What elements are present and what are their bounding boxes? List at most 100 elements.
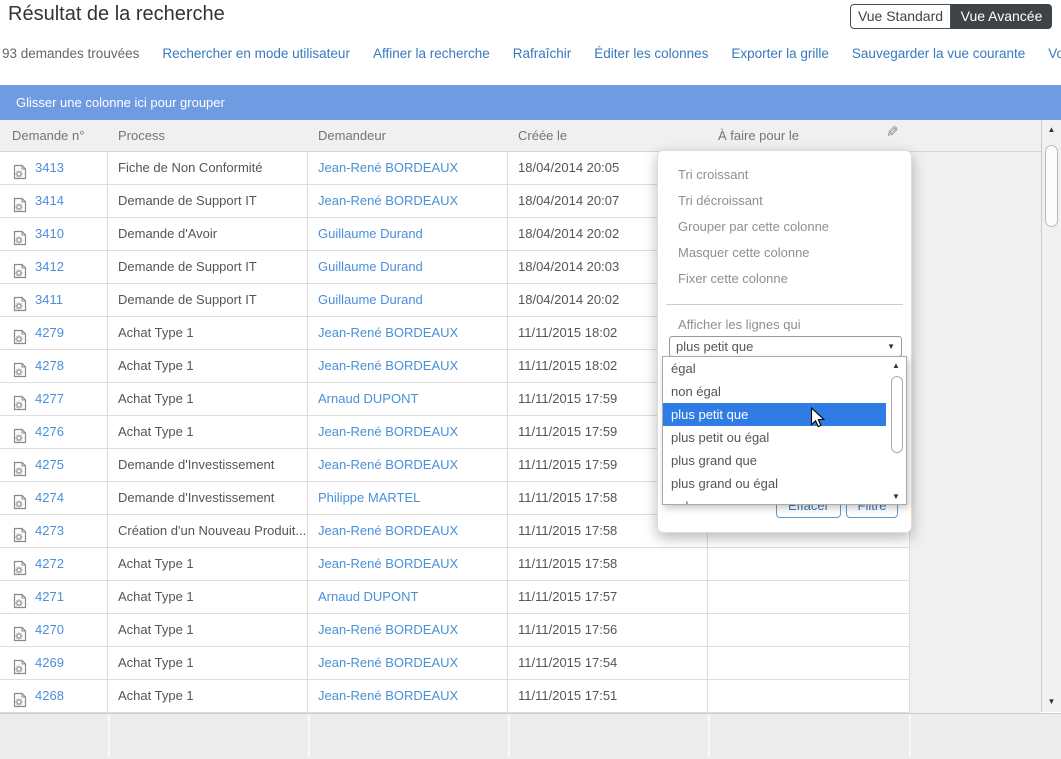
due-date-cell	[708, 548, 910, 580]
operator-option[interactable]: plus grand que	[663, 449, 886, 472]
dropdown-scrollbar-thumb[interactable]	[891, 376, 903, 453]
requester-link[interactable]: Jean-René BORDEAUX	[318, 160, 458, 175]
scroll-up-icon[interactable]: ▲	[1042, 122, 1061, 138]
due-date-cell	[708, 647, 910, 679]
request-id-link[interactable]: 4269	[35, 647, 64, 679]
table-row[interactable]: 4268 Achat Type 1 Jean-René BORDEAUX 11/…	[0, 680, 910, 713]
requester-link[interactable]: Jean-René BORDEAUX	[318, 325, 458, 340]
edit-column-pencil-icon[interactable]: ✎	[886, 123, 899, 141]
requester-link[interactable]: Jean-René BORDEAUX	[318, 193, 458, 208]
request-id-link[interactable]: 3411	[35, 284, 63, 316]
request-id-link[interactable]: 3412	[35, 251, 64, 283]
toolbar-link[interactable]: Rechercher en mode utilisateur	[162, 46, 350, 61]
process-cell: Achat Type 1	[108, 350, 308, 382]
requester-link[interactable]: Guillaume Durand	[318, 292, 423, 307]
dropdown-scroll-up-icon[interactable]: ▲	[888, 359, 904, 373]
operator-dropdown-list: égal non égal plus petit que plus petit …	[662, 356, 907, 505]
request-id-link[interactable]: 3413	[35, 152, 64, 184]
document-icon	[12, 160, 28, 176]
toolbar-link[interactable]: Affiner la recherche	[373, 46, 490, 61]
requester-link[interactable]: Arnaud DUPONT	[318, 589, 418, 604]
column-header-demande[interactable]: Demande n°	[0, 120, 108, 151]
request-id-link[interactable]: 3410	[35, 218, 64, 250]
dropdown-scroll-down-icon[interactable]: ▼	[888, 490, 904, 504]
table-row[interactable]: 4271 Achat Type 1 Arnaud DUPONT 11/11/20…	[0, 581, 910, 614]
dropdown-scrollbar[interactable]: ▲ ▼	[886, 357, 906, 505]
requester-link[interactable]: Jean-René BORDEAUX	[318, 622, 458, 637]
table-row[interactable]: 4272 Achat Type 1 Jean-René BORDEAUX 11/…	[0, 548, 910, 581]
document-icon	[12, 193, 28, 209]
column-header-creee[interactable]: Créée le	[508, 120, 708, 151]
request-id-link[interactable]: 4278	[35, 350, 64, 382]
request-id-link[interactable]: 4271	[35, 581, 64, 613]
column-menu-item[interactable]: Masquer cette colonne	[658, 240, 911, 266]
created-date-cell: 11/11/2015 17:54	[508, 647, 708, 679]
request-id-link[interactable]: 4276	[35, 416, 64, 448]
advanced-view-button[interactable]: Vue Avancée	[951, 4, 1052, 29]
requester-link[interactable]: Jean-René BORDEAUX	[318, 424, 458, 439]
toolbar: 93 demandes trouvées Rechercher en mode …	[2, 42, 1061, 64]
request-id-link[interactable]: 4268	[35, 680, 64, 712]
operator-select[interactable]: plus petit que ▼	[669, 336, 902, 357]
document-icon	[12, 292, 28, 308]
column-header-a-faire[interactable]: À faire pour le	[708, 120, 910, 151]
request-id-link[interactable]: 4270	[35, 614, 64, 646]
requester-link[interactable]: Arnaud DUPONT	[318, 391, 418, 406]
toolbar-link[interactable]: Exporter la grille	[731, 46, 829, 61]
column-menu-item[interactable]: Tri croissant	[658, 162, 911, 188]
requester-link[interactable]: Jean-René BORDEAUX	[318, 523, 458, 538]
column-menu-item[interactable]: Tri décroissant	[658, 188, 911, 214]
due-date-cell	[708, 581, 910, 613]
requester-link[interactable]: Jean-René BORDEAUX	[318, 358, 458, 373]
table-row[interactable]: 4269 Achat Type 1 Jean-René BORDEAUX 11/…	[0, 647, 910, 680]
column-header-demandeur[interactable]: Demandeur	[308, 120, 508, 151]
operator-option[interactable]: non égal	[663, 380, 886, 403]
requester-link[interactable]: Philippe MARTEL	[318, 490, 420, 505]
document-icon	[12, 391, 28, 407]
request-id-link[interactable]: 4279	[35, 317, 64, 349]
group-drop-zone[interactable]: Glisser une colonne ici pour grouper	[0, 85, 1061, 120]
requester-link[interactable]: Guillaume Durand	[318, 226, 423, 241]
scrollbar-thumb[interactable]	[1045, 145, 1058, 227]
toolbar-link[interactable]: Éditer les colonnes	[594, 46, 708, 61]
created-date-cell: 11/11/2015 17:58	[508, 548, 708, 580]
toolbar-link[interactable]: Rafraîchir	[513, 46, 572, 61]
column-menu-item[interactable]: Fixer cette colonne	[658, 266, 911, 292]
operator-option[interactable]: plus petit ou égal	[663, 426, 886, 449]
process-cell: Achat Type 1	[108, 548, 308, 580]
column-menu-item[interactable]: Grouper par cette colonne	[658, 214, 911, 240]
request-id-link[interactable]: 4274	[35, 482, 64, 514]
request-id-link[interactable]: 4272	[35, 548, 64, 580]
requester-link[interactable]: Jean-René BORDEAUX	[318, 457, 458, 472]
operator-select-value: plus petit que	[676, 339, 753, 354]
document-icon	[12, 259, 28, 275]
document-icon	[12, 457, 28, 473]
footer-separator	[508, 715, 510, 757]
operator-option[interactable]: plus grand ou égal	[663, 472, 886, 495]
column-header-process[interactable]: Process	[108, 120, 308, 151]
process-cell: Fiche de Non Conformité	[108, 152, 308, 184]
requester-link[interactable]: Jean-René BORDEAUX	[318, 556, 458, 571]
scroll-down-icon[interactable]: ▼	[1042, 694, 1061, 710]
document-icon	[12, 556, 28, 572]
requester-link[interactable]: Jean-René BORDEAUX	[318, 688, 458, 703]
vertical-scrollbar[interactable]: ▲ ▼	[1041, 120, 1061, 712]
view-toggle: Vue Standard Vue Avancée	[850, 4, 1052, 29]
toolbar-link[interactable]: Sauvegarder la vue courante	[852, 46, 1025, 61]
request-id-link[interactable]: 3414	[35, 185, 64, 217]
request-id-link[interactable]: 4275	[35, 449, 64, 481]
table-row[interactable]: 4270 Achat Type 1 Jean-René BORDEAUX 11/…	[0, 614, 910, 647]
document-icon	[12, 325, 28, 341]
menu-divider	[666, 304, 903, 305]
operator-option[interactable]: égal	[663, 357, 886, 380]
operator-option[interactable]: nul	[663, 495, 886, 505]
app-window: Résultat de la recherche Vue Standard Vu…	[0, 0, 1061, 759]
requester-link[interactable]: Jean-René BORDEAUX	[318, 655, 458, 670]
standard-view-button[interactable]: Vue Standard	[850, 4, 951, 29]
operator-option[interactable]: plus petit que	[663, 403, 886, 426]
requester-link[interactable]: Guillaume Durand	[318, 259, 423, 274]
request-id-link[interactable]: 4273	[35, 515, 64, 547]
results-count: 93 demandes trouvées	[2, 46, 139, 61]
request-id-link[interactable]: 4277	[35, 383, 64, 415]
toolbar-link[interactable]: Voir le graphique	[1048, 46, 1061, 61]
